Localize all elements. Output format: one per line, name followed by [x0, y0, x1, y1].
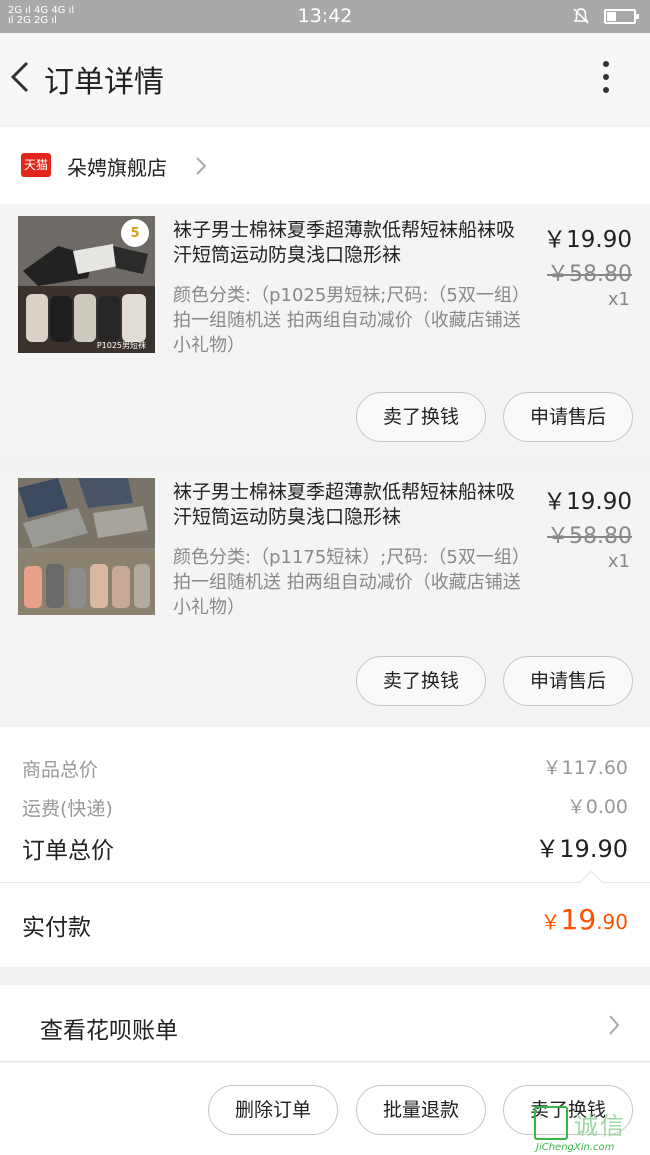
after-sale-button[interactable]: 申请售后	[503, 656, 633, 706]
status-time: 13:42	[297, 5, 353, 27]
after-sale-button[interactable]: 申请售后	[503, 392, 633, 442]
delete-order-button[interactable]: 删除订单	[208, 1085, 338, 1135]
product-price: ￥19.90	[543, 227, 632, 253]
order-total-label: 订单总价	[22, 838, 114, 864]
caret-up-indicator	[579, 870, 603, 894]
product-thumbnail[interactable]: 5 P1025男短袜	[18, 216, 155, 353]
huabei-bill-row[interactable]: 查看花呗账单	[0, 985, 650, 1062]
nav-bar: 订单详情	[0, 33, 650, 125]
product-quantity: x1	[607, 551, 630, 572]
paid-integer: 19	[560, 903, 597, 936]
battery-icon	[604, 9, 639, 24]
sell-button[interactable]: 卖了换钱	[356, 656, 486, 706]
product-thumbnail[interactable]	[18, 478, 155, 615]
product-quantity: x1	[607, 289, 630, 310]
goods-total-value: ￥117.60	[542, 757, 628, 779]
site-watermark: 诚信 JiChengXin.com	[532, 1104, 648, 1153]
huabei-bill-label: 查看花呗账单	[40, 1018, 178, 1044]
watermark-text: 诚信	[574, 1112, 626, 1140]
chevron-right-icon	[196, 157, 207, 175]
sell-button[interactable]: 卖了换钱	[356, 392, 486, 442]
status-bar: 2G ıl 4G 4G ıl ıl 2G 2G ıl 13:42	[0, 0, 650, 33]
order-item: 5 P1025男短袜 袜子男士棉袜夏季超薄款低帮短袜船袜吸汗短筒运动防臭浅口隐形…	[0, 204, 650, 462]
shop-name: 朵娉旗舰店	[67, 156, 167, 180]
product-title[interactable]: 袜子男士棉袜夏季超薄款低帮短袜船袜吸汗短筒运动防臭浅口隐形袜	[173, 218, 528, 268]
page-title: 订单详情	[44, 65, 164, 100]
divider	[0, 882, 650, 883]
bulk-refund-button[interactable]: 批量退款	[356, 1085, 486, 1135]
more-vertical-icon[interactable]	[592, 57, 620, 97]
product-spec: 颜色分类:（p1175短袜）;尺码:（5双一组）拍一组随机送 拍两组自动减价（收…	[173, 547, 530, 618]
paid-value: ￥19.90	[541, 903, 628, 936]
product-original-price: ￥58.80	[547, 524, 632, 549]
chevron-right-icon	[609, 1015, 620, 1035]
chevron-left-icon[interactable]	[8, 57, 32, 97]
shipping-label: 运费(快递)	[22, 798, 113, 820]
tmall-logo: 天猫	[21, 153, 51, 177]
paid-label: 实付款	[22, 915, 91, 941]
shipping-value: ￥0.00	[566, 796, 628, 818]
watermark-url: JiChengXin.com	[536, 1142, 615, 1153]
product-spec: 颜色分类:（p1025男短袜;尺码:（5双一组）拍一组随机送 拍两组自动减价（收…	[173, 285, 530, 356]
order-total-value: ￥19.90	[535, 835, 628, 863]
product-title[interactable]: 袜子男士棉袜夏季超薄款低帮短袜船袜吸汗短筒运动防臭浅口隐形袜	[173, 480, 528, 530]
shop-row[interactable]: 天猫 朵娉旗舰店	[0, 127, 650, 204]
order-summary: 商品总价 ￥117.60 运费(快递) ￥0.00 订单总价 ￥19.90 实付…	[0, 727, 650, 967]
product-price: ￥19.90	[543, 489, 632, 515]
thumb-badge: 5	[130, 226, 139, 241]
watermark-logo	[534, 1106, 568, 1140]
paid-decimal: .90	[596, 910, 628, 934]
product-original-price: ￥58.80	[547, 262, 632, 287]
goods-total-label: 商品总价	[22, 759, 99, 781]
bell-muted-icon	[573, 8, 589, 24]
thumb-caption: P1025男短袜	[97, 340, 146, 350]
order-item: 袜子男士棉袜夏季超薄款低帮短袜船袜吸汗短筒运动防臭浅口隐形袜 颜色分类:（p11…	[0, 466, 650, 724]
paid-currency: ￥	[540, 910, 561, 934]
